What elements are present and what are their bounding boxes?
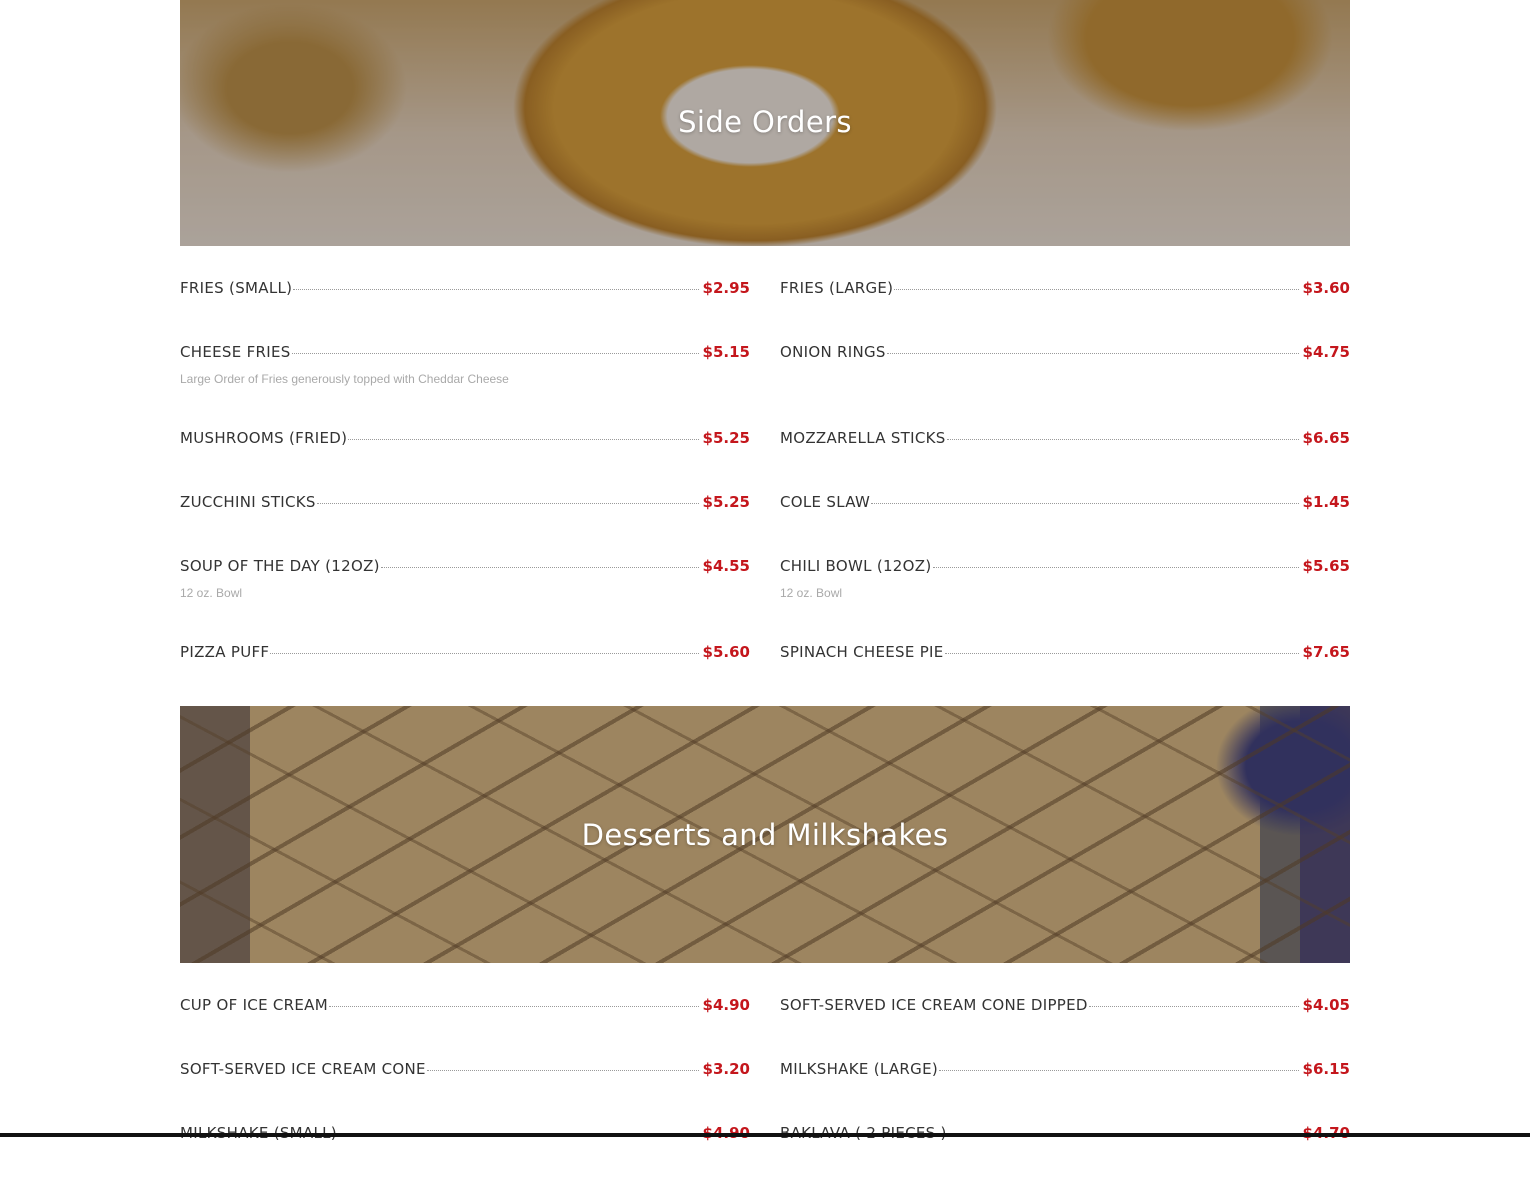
menu-item-description: 12 oz. Bowl [780,586,843,600]
menu-item: MILKSHAKE (LARGE) $6.15 [780,1060,1350,1124]
dotted-leader [293,289,699,290]
menu-item-row: MOZZARELLA STICKS $6.65 [780,429,1350,451]
section-title: Side Orders [678,105,852,139]
dotted-leader [944,653,1299,654]
dotted-leader [939,1070,1299,1071]
menu-item-row: COLE SLAW $1.45 [780,493,1350,515]
menu-item-price: $4.05 [1302,996,1350,1014]
menu-item-name: SOFT-SERVED ICE CREAM CONE [180,1060,426,1078]
dotted-leader [270,653,699,654]
menu-item-price: $2.95 [702,279,750,297]
menu-item-row: PIZZA PUFF $5.60 [180,643,750,665]
menu-item-name: MILKSHAKE (LARGE) [780,1060,938,1078]
menu-item: SOUP OF THE DAY (12OZ) $4.55 12 oz. Bowl [180,557,750,643]
dotted-leader [946,439,1299,440]
menu-item: COLE SLAW $1.45 [780,493,1350,557]
menu-item-name: FRIES (SMALL) [180,279,293,297]
dotted-leader [329,1006,699,1007]
menu-item-row: CUP OF ICE CREAM $4.90 [180,996,750,1018]
menu-item-price: $3.60 [1302,279,1350,297]
menu-item-name: CUP OF ICE CREAM [180,996,328,1014]
menu-item-price: $5.65 [1302,557,1350,575]
menu-item: CHEESE FRIES $5.15 Large Order of Fries ge… [180,343,750,429]
menu-item-row: ONION RINGS $4.75 [780,343,1350,365]
menu-item-price: $7.65 [1302,643,1350,661]
menu-item-price: $4.75 [1302,343,1350,361]
dotted-leader [426,1070,699,1071]
menu-item-price: $4.55 [702,557,750,575]
menu-item: ZUCCHINI STICKS $5.25 [180,493,750,557]
desserts-list: CUP OF ICE CREAM $4.90 SOFT-SERVED ICE CRE… [180,996,1350,1188]
menu-item-row: CHEESE FRIES $5.15 [180,343,750,365]
dotted-leader [380,567,699,568]
menu-item: SPINACH CHEESE PIE $7.65 [780,643,1350,707]
dotted-leader [1088,1006,1299,1007]
menu-item-name: MOZZARELLA STICKS [780,429,946,447]
menu-item-name: ZUCCHINI STICKS [180,493,316,511]
menu-item-price: $1.45 [1302,493,1350,511]
menu-item-row: MILKSHAKE (LARGE) $6.15 [780,1060,1350,1082]
menu-item-name: MUSHROOMS (FRIED) [180,429,348,447]
menu-item: SOFT-SERVED ICE CREAM CONE DIPPED $4.05 [780,996,1350,1060]
menu-item: MUSHROOMS (FRIED) $5.25 [180,429,750,493]
dotted-leader [871,503,1299,504]
menu-item-description: 12 oz. Bowl [180,586,243,600]
menu-item: CUP OF ICE CREAM $4.90 [180,996,750,1060]
menu-item-price: $6.15 [1302,1060,1350,1078]
menu-item-price: $3.20 [702,1060,750,1078]
section-title: Desserts and Milkshakes [581,817,949,852]
menu-item-name: PIZZA PUFF [180,643,270,661]
bottom-bar [0,1133,1530,1137]
menu-item: MOZZARELLA STICKS $6.65 [780,429,1350,493]
menu-item-row: SOFT-SERVED ICE CREAM CONE DIPPED $4.05 [780,996,1350,1018]
menu-item-description: Large Order of Fries generously topped w… [180,372,509,386]
dotted-leader [894,289,1299,290]
menu-item-price: $4.90 [702,996,750,1014]
menu-item-price: $5.25 [702,429,750,447]
side-orders-list: FRIES (SMALL) $2.95 FRIES (LARGE) $3.60 CHEE… [180,279,1350,707]
menu-item-row: SPINACH CHEESE PIE $7.65 [780,643,1350,665]
menu-item-row: ZUCCHINI STICKS $5.25 [180,493,750,515]
menu-item-name: CHEESE FRIES [180,343,291,361]
menu-item-name: SPINACH CHEESE PIE [780,643,944,661]
menu-item-name: COLE SLAW [780,493,871,511]
dotted-leader [291,353,699,354]
menu-item-name: ONION RINGS [780,343,886,361]
menu-item: FRIES (SMALL) $2.95 [180,279,750,343]
menu-item-row: MUSHROOMS (FRIED) $5.25 [180,429,750,451]
dotted-leader [886,353,1299,354]
menu-item-name: SOFT-SERVED ICE CREAM CONE DIPPED [780,996,1088,1014]
menu-item-row: SOUP OF THE DAY (12OZ) $4.55 [180,557,750,579]
menu-item-price: $5.15 [702,343,750,361]
menu-item: CHILI BOWL (12OZ) $5.65 12 oz. Bowl [780,557,1350,643]
menu-item: PIZZA PUFF $5.60 [180,643,750,707]
dotted-leader [348,439,699,440]
dotted-leader [316,503,699,504]
menu-item-row: FRIES (LARGE) $3.60 [780,279,1350,301]
menu-item: ONION RINGS $4.75 [780,343,1350,429]
menu-item-name: FRIES (LARGE) [780,279,894,297]
menu-item-price: $5.60 [702,643,750,661]
menu-item-row: FRIES (SMALL) $2.95 [180,279,750,301]
menu-item: SOFT-SERVED ICE CREAM CONE $3.20 [180,1060,750,1124]
dotted-leader [932,567,1299,568]
menu-item-name: SOUP OF THE DAY (12OZ) [180,557,380,575]
side-orders-banner: Side Orders [180,0,1350,246]
menu-item-row: CHILI BOWL (12OZ) $5.65 [780,557,1350,579]
menu-item-price: $5.25 [702,493,750,511]
menu-item-row: SOFT-SERVED ICE CREAM CONE $3.20 [180,1060,750,1082]
menu-item: FRIES (LARGE) $3.60 [780,279,1350,343]
menu-item-name: CHILI BOWL (12OZ) [780,557,932,575]
desserts-banner: Desserts and Milkshakes [180,706,1350,963]
menu-item-price: $6.65 [1302,429,1350,447]
